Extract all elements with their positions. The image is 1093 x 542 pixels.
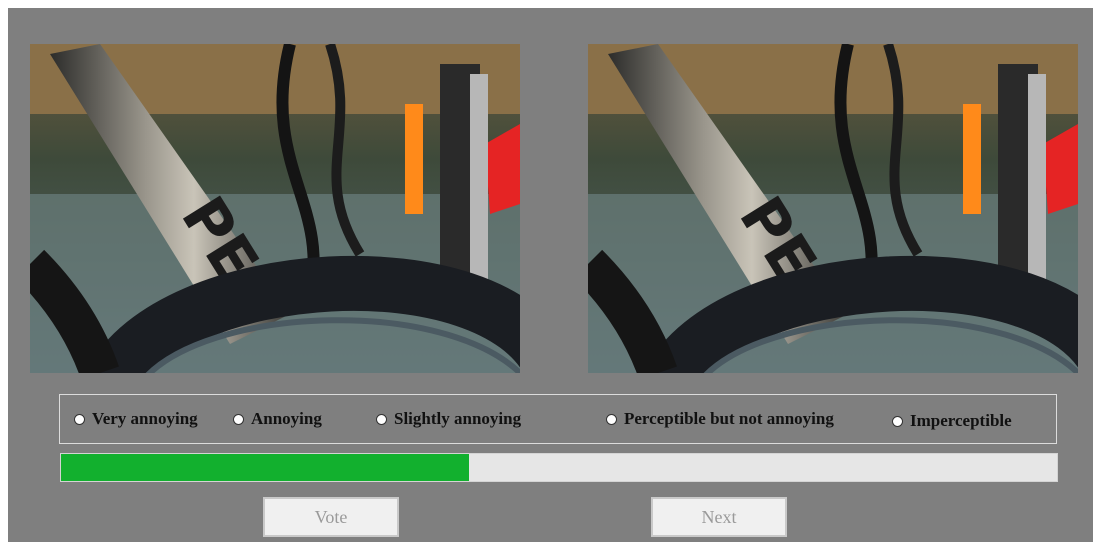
- option-annoying[interactable]: Annoying: [233, 395, 322, 443]
- bicycle-photo-left: PEU: [30, 44, 520, 373]
- progress-bar: [60, 453, 1058, 482]
- radio-button[interactable]: [74, 413, 85, 425]
- test-image: PEU: [588, 44, 1078, 373]
- experiment-panel: PEU PEU Very annoying Annoying Slightly …: [8, 8, 1093, 542]
- option-imperceptible[interactable]: Imperceptible: [892, 397, 1012, 445]
- option-slightly-annoying[interactable]: Slightly annoying: [376, 395, 521, 443]
- next-button[interactable]: Next: [651, 497, 787, 537]
- radio-button[interactable]: [233, 413, 244, 425]
- option-perceptible-not-annoying[interactable]: Perceptible but not annoying: [606, 395, 834, 443]
- bicycle-photo-right: PEU: [588, 44, 1078, 373]
- vote-button[interactable]: Vote: [263, 497, 399, 537]
- radio-button[interactable]: [606, 413, 617, 425]
- option-label: Perceptible but not annoying: [624, 409, 834, 428]
- option-label: Slightly annoying: [394, 409, 522, 428]
- option-very-annoying[interactable]: Very annoying: [74, 395, 198, 443]
- option-label: Annoying: [251, 409, 322, 428]
- radio-button[interactable]: [892, 415, 903, 427]
- reference-image: PEU: [30, 44, 520, 373]
- option-label: Very annoying: [92, 409, 198, 428]
- progress-fill: [61, 454, 470, 481]
- radio-button[interactable]: [376, 413, 387, 425]
- rating-scale: Very annoying Annoying Slightly annoying…: [59, 394, 1057, 444]
- option-label: Imperceptible: [910, 411, 1012, 430]
